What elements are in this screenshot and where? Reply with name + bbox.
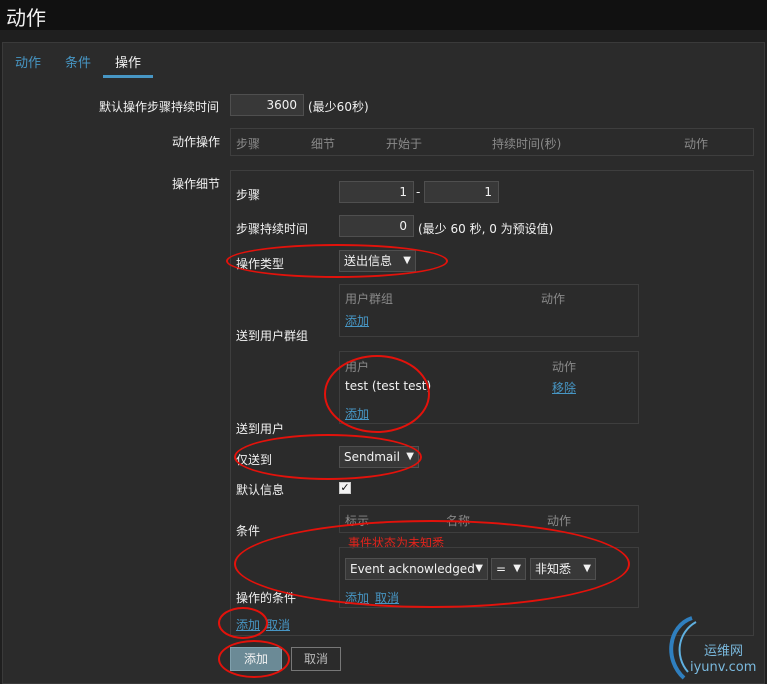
ops-col-duration: 持续时间(秒)	[492, 137, 562, 151]
operation-details-label: 操作细节	[172, 177, 221, 191]
default-message-label: 默认信息	[236, 483, 285, 497]
chevron-down-icon: ▼	[403, 255, 411, 266]
default-duration-input[interactable]: 3600	[230, 94, 304, 116]
steps-separator: -	[416, 185, 421, 199]
conditions-table	[339, 505, 639, 533]
condition-operator-select[interactable]: = ▼	[491, 558, 526, 580]
steps-label: 步骤	[236, 188, 261, 202]
ops-col-step: 步骤	[236, 137, 261, 151]
tab-operations[interactable]: 操作	[115, 52, 141, 71]
ops-col-start: 开始于	[386, 137, 423, 151]
ops-col-details: 细节	[311, 137, 336, 151]
add-user-group-link[interactable]: 添加	[345, 312, 369, 329]
chevron-down-icon: ▼	[583, 563, 591, 574]
operation-type-value: 送出信息	[344, 254, 393, 268]
add-user-link[interactable]: 添加	[345, 405, 369, 422]
default-duration-label: 默认操作步骤持续时间	[99, 100, 220, 114]
tab-action[interactable]: 动作	[15, 52, 41, 71]
remove-user-link[interactable]: 移除	[552, 379, 576, 396]
action-operations-label: 动作操作	[172, 135, 221, 149]
cond-col-name: 名称	[446, 514, 471, 528]
operation-conditions-label: 操作的条件	[236, 591, 297, 605]
operation-type-label: 操作类型	[236, 257, 285, 271]
condition-field-select[interactable]: Event acknowledged ▼	[345, 558, 488, 580]
cancel-condition-link[interactable]: 取消	[375, 589, 399, 606]
chevron-down-icon: ▼	[475, 563, 483, 574]
chevron-down-icon: ▼	[513, 563, 521, 574]
default-duration-hint: (最少60秒)	[308, 100, 369, 114]
condition-field-value: Event acknowledged	[350, 562, 475, 576]
steps-from-input[interactable]: 1	[339, 181, 414, 203]
conditions-label: 条件	[236, 524, 261, 538]
add-condition-link[interactable]: 添加	[345, 589, 369, 606]
groups-col-action: 动作	[541, 292, 566, 306]
watermark-line1: 运维网	[704, 644, 744, 659]
cancel-operation-link[interactable]: 取消	[266, 616, 290, 633]
add-button[interactable]: 添加	[230, 647, 282, 671]
active-tab-indicator	[103, 75, 153, 78]
ops-col-action: 动作	[684, 137, 709, 151]
steps-to-input[interactable]: 1	[424, 181, 499, 203]
send-only-to-label: 仅送到	[236, 453, 273, 467]
page-title: 动作	[6, 6, 46, 30]
chevron-down-icon: ▼	[406, 451, 414, 462]
cond-col-label: 标示	[345, 514, 370, 528]
send-only-to-value: Sendmail	[344, 450, 400, 464]
send-to-groups-label: 送到用户群组	[236, 329, 309, 343]
cond-col-action: 动作	[547, 514, 572, 528]
top-bar	[0, 0, 767, 30]
send-only-to-select[interactable]: Sendmail ▼	[339, 446, 419, 468]
cancel-button[interactable]: 取消	[291, 647, 341, 671]
send-to-users-label: 送到用户	[236, 422, 285, 436]
groups-col-group: 用户群组	[345, 292, 394, 306]
tab-conditions[interactable]: 条件	[65, 52, 91, 71]
condition-value-value: 非知悉	[535, 562, 572, 576]
users-col-action: 动作	[552, 360, 577, 374]
users-col-user: 用户	[345, 360, 370, 374]
watermark-line2: iyunv.com	[690, 660, 757, 675]
step-duration-hint: (最少 60 秒, 0 为预设值)	[418, 222, 554, 236]
default-message-checkbox[interactable]: ✓	[339, 482, 351, 494]
step-duration-label: 步骤持续时间	[236, 222, 309, 236]
condition-operator-value: =	[496, 562, 507, 576]
operation-type-select[interactable]: 送出信息 ▼	[339, 250, 416, 272]
condition-value-select[interactable]: 非知悉 ▼	[530, 558, 596, 580]
user-name: test (test test)	[345, 379, 432, 393]
step-duration-input[interactable]: 0	[339, 215, 414, 237]
add-operation-link[interactable]: 添加	[236, 616, 260, 633]
